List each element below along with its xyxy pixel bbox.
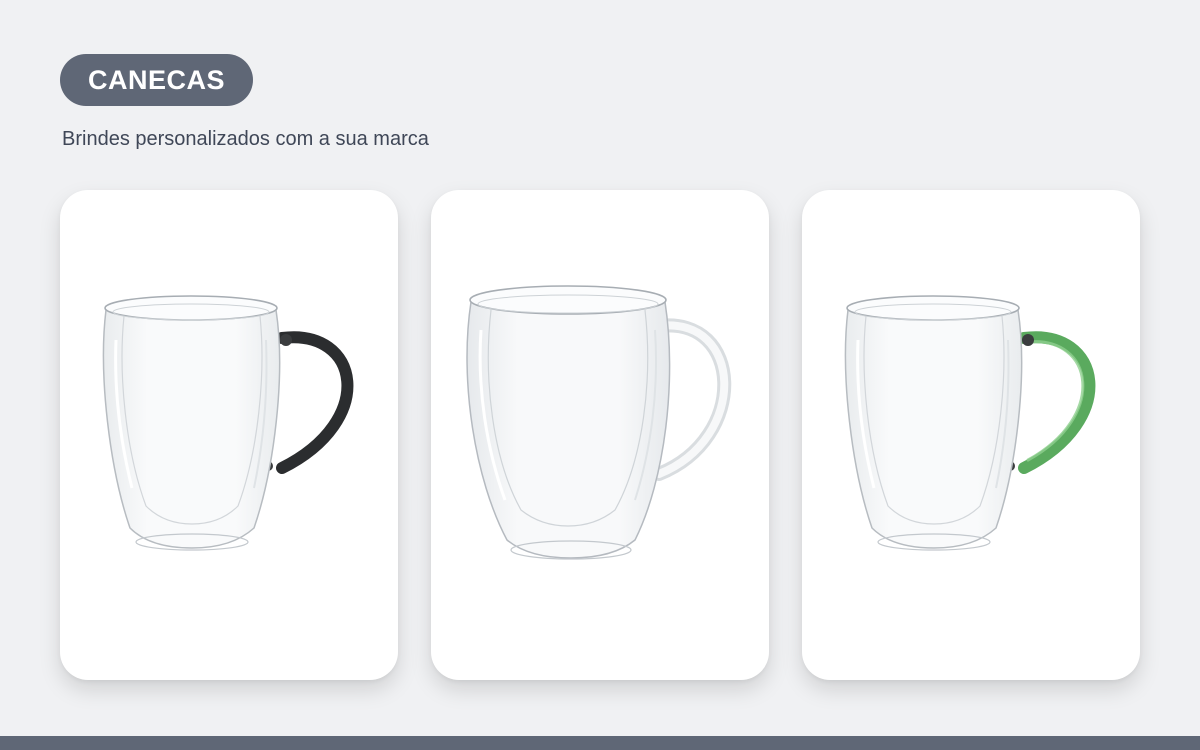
page-subtitle: Brindes personalizados com a sua marca [62,128,429,150]
glass-mug-black-handle-icon [102,295,354,551]
product-card[interactable] [60,190,398,680]
product-grid [60,190,1140,680]
category-badge-label: CANECAS [88,65,226,95]
product-card[interactable] [802,190,1140,680]
footer-bar [0,736,1200,750]
category-badge: CANECAS [60,54,254,106]
glass-mug-green-handle-icon [844,295,1096,551]
product-card[interactable] [431,190,769,680]
glass-mug-clear-handle-icon [466,285,732,560]
